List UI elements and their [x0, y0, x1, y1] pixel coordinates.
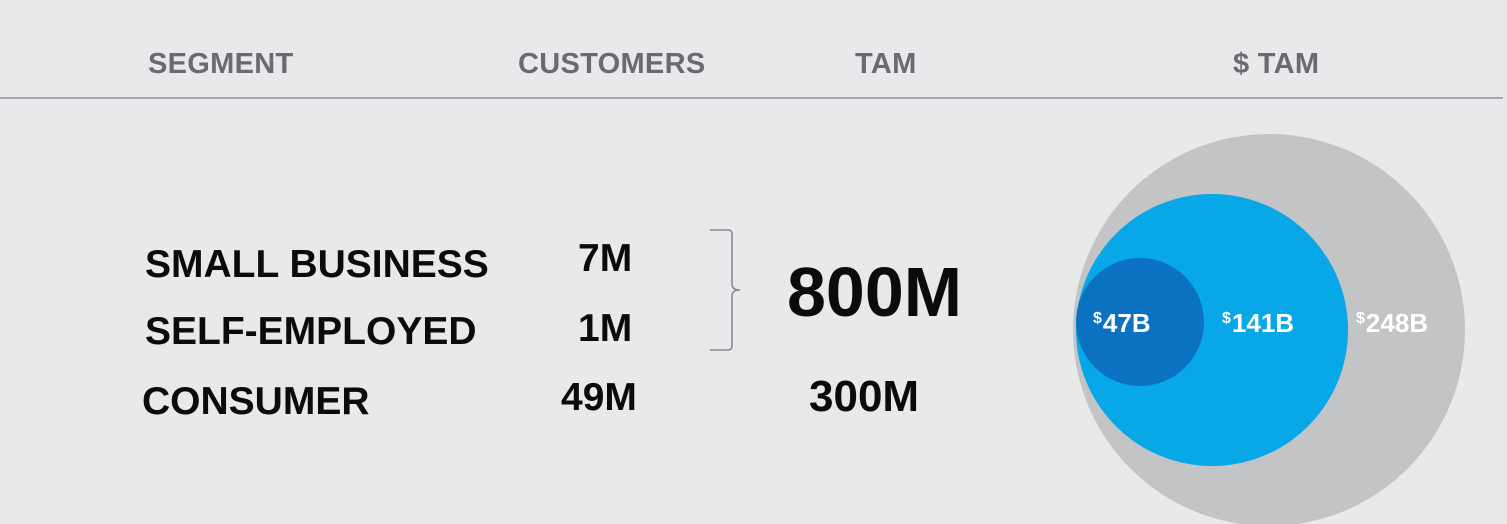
tam-bubble-chart [1073, 134, 1465, 524]
tam-panel: SEGMENT CUSTOMERS TAM $ TAM SMALL BUSINE… [0, 0, 1507, 524]
bubble-label-inner: $47B [1093, 308, 1151, 338]
bubble-label-middle: $141B [1222, 308, 1295, 338]
bubble-label-total: $248B [1356, 308, 1429, 338]
